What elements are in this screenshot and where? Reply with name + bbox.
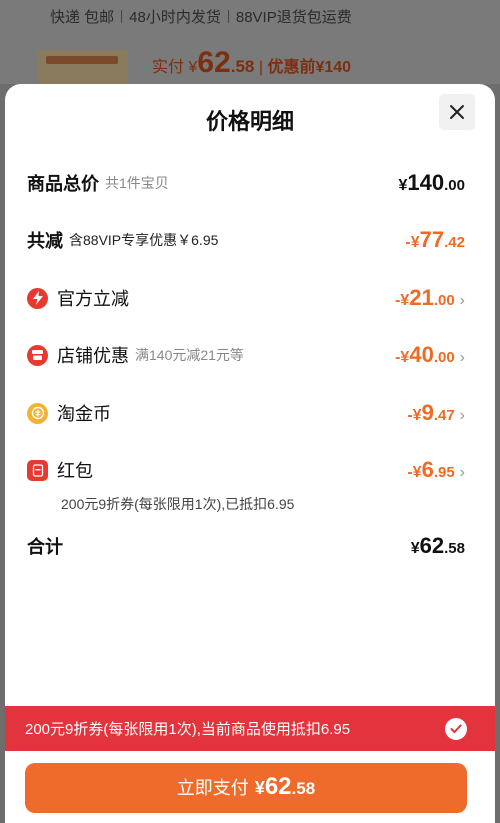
row-sum: 合计 ¥62.58 <box>27 533 465 559</box>
price-detail-sheet: 价格明细 商品总价 共1件宝贝 ¥140.00 共减 含88VIP专享优惠￥6.… <box>5 84 495 823</box>
shop-discount-amount: -¥ 40.00 › <box>395 342 465 368</box>
red-packet-note: 200元9折券(每张限用1次),已抵扣6.95 <box>61 496 295 512</box>
discount-total-note: 含88VIP专享优惠￥6.95 <box>69 232 219 248</box>
coupon-banner[interactable]: 200元9折券(每张限用1次),当前商品使用抵扣6.95 <box>5 706 495 751</box>
coupon-banner-text: 200元9折券(每张限用1次),当前商品使用抵扣6.95 <box>25 721 351 738</box>
pay-now-label: 立即支付 <box>176 778 249 798</box>
official-discount-label: 官方立减 <box>57 289 129 309</box>
total-count: 共1件宝贝 <box>105 175 169 191</box>
check-circle-icon[interactable] <box>445 718 467 740</box>
chevron-right-icon: › <box>459 292 465 309</box>
amount-int: 40 <box>409 342 434 367</box>
row-red-packet[interactable]: 红包 -¥ 6.95 › <box>27 457 465 483</box>
red-packet-amount: -¥ 6.95 › <box>407 457 465 483</box>
taojinbi-amount: -¥ 9.47 › <box>407 400 465 426</box>
bg-pay-dec: .58 <box>230 57 255 76</box>
taojinbi-label: 淘金币 <box>57 404 111 424</box>
currency: ¥ <box>410 540 420 557</box>
bg-pay-label: 实付 <box>152 59 185 76</box>
bg-pay-int: 62 <box>197 46 231 79</box>
shop-icon <box>27 344 48 366</box>
amount-int: 21 <box>409 285 434 310</box>
background-pay-summary: 实付 ¥62.58 | 优惠前¥140 <box>152 46 351 80</box>
amount-int: 140 <box>407 170 445 195</box>
chevron-right-icon: › <box>459 464 465 481</box>
shipping-48h: 48小时内发货 <box>129 9 221 26</box>
pay-now-button[interactable]: 立即支付 ¥62.58 <box>25 763 467 813</box>
lightning-icon <box>27 287 48 309</box>
background-page: 快递 包邮 48小时内发货 88VIP退货包运费 实付 ¥62.58 | 优惠前¥1… <box>0 0 500 84</box>
divider <box>121 10 123 23</box>
amount-int: 6 <box>421 457 434 482</box>
total-label: 商品总价 <box>27 174 99 194</box>
amount-dec: .47 <box>433 407 455 424</box>
product-thumbnail <box>38 50 128 84</box>
amount-dec: .58 <box>444 540 465 557</box>
amount-dec: .00 <box>433 349 455 366</box>
amount-dec: .00 <box>433 292 455 309</box>
official-discount-amount: -¥ 21.00 › <box>395 285 465 311</box>
row-discount-total: 共减 含88VIP专享优惠￥6.95 -¥ 77.42 <box>27 227 465 253</box>
shop-discount-note: 满140元减21元等 <box>135 347 244 363</box>
bg-before-label: 优惠前 <box>267 59 316 76</box>
discount-total-label: 共减 <box>27 231 63 251</box>
pay-now-currency: ¥ <box>254 778 265 798</box>
bg-before-value: ¥140 <box>315 59 352 76</box>
currency: -¥ <box>395 349 410 366</box>
amount-dec: .00 <box>444 177 465 194</box>
shipping-info: 快递 包邮 48小时内发货 88VIP退货包运费 <box>50 6 352 27</box>
currency: -¥ <box>405 234 420 251</box>
amount-dec: .95 <box>433 464 455 481</box>
shop-discount-label: 店铺优惠 <box>57 346 129 366</box>
chevron-right-icon: › <box>459 407 465 424</box>
red-packet-label: 红包 <box>57 461 93 481</box>
close-icon <box>450 105 464 119</box>
currency: -¥ <box>395 292 410 309</box>
total-amount: ¥140.00 <box>399 170 465 196</box>
currency: -¥ <box>407 464 422 481</box>
pay-now-int: 62 <box>264 773 292 800</box>
red-packet-icon <box>27 459 48 481</box>
row-official-discount[interactable]: 官方立减 -¥ 21.00 › <box>27 285 465 311</box>
amount-int: 9 <box>421 400 434 425</box>
amount-dec: .42 <box>444 234 465 251</box>
shipping-free: 快递 包邮 <box>50 9 115 26</box>
currency: ¥ <box>398 177 408 194</box>
row-total: 商品总价 共1件宝贝 ¥140.00 <box>27 170 465 196</box>
close-button[interactable] <box>439 94 475 130</box>
bg-divider: | <box>258 59 263 76</box>
discount-total-amount: -¥ 77.42 <box>405 227 465 253</box>
amount-int: 77 <box>419 227 445 252</box>
row-taojinbi[interactable]: 淘金币 -¥ 9.47 › <box>27 400 465 426</box>
sheet-title: 价格明细 <box>205 109 294 134</box>
sum-amount: ¥62.58 <box>411 533 465 559</box>
row-shop-discount[interactable]: 店铺优惠 满140元减21元等 -¥ 40.00 › <box>27 342 465 368</box>
coin-icon <box>27 402 48 424</box>
amount-int: 62 <box>419 533 445 558</box>
currency: -¥ <box>407 407 422 424</box>
shipping-vip-return: 88VIP退货包运费 <box>235 9 352 26</box>
divider <box>227 10 229 23</box>
sum-label: 合计 <box>27 537 63 557</box>
pay-now-dec: .58 <box>291 779 316 798</box>
chevron-right-icon: › <box>459 349 465 366</box>
